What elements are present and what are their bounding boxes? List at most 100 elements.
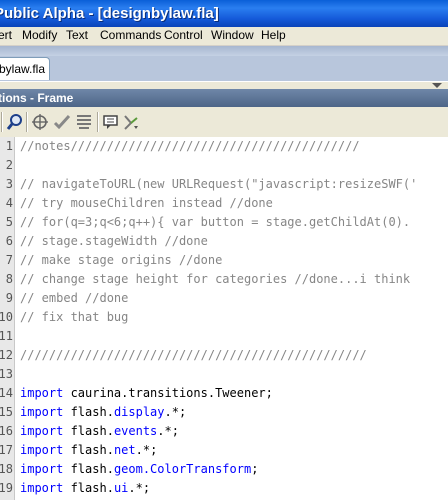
code-comment: // stage.stageWidth //done (20, 234, 208, 248)
panel-title: tions - Frame (0, 91, 74, 105)
code-text: import flash.display.*; (20, 403, 186, 422)
menu-control[interactable]: Control (164, 27, 203, 43)
code-line[interactable]: 11 (0, 327, 448, 346)
menu-text[interactable]: Text (66, 27, 88, 43)
menu-commands[interactable]: Commands (100, 27, 161, 43)
code-text: // for(q=3;q<6;q++){ var button = stage.… (20, 213, 410, 232)
code-comment: // make stage origins //done (20, 253, 223, 267)
package-name: net (113, 443, 136, 457)
line-number: 5 (5, 215, 13, 229)
line-number: 3 (5, 177, 13, 191)
window-titlebar[interactable]: Public Alpha - [designbylaw.fla] (0, 0, 448, 27)
code-text: // stage.stageWidth //done (20, 232, 208, 251)
check-syntax-icon[interactable] (53, 113, 71, 131)
package-name: display (113, 405, 165, 419)
statement-end: ; (265, 386, 273, 400)
line-number: 2 (5, 158, 13, 172)
code-line[interactable]: 6 // stage.stageWidth //done (0, 232, 448, 251)
code-line[interactable]: 8 // change stage height for categories /… (0, 270, 448, 289)
auto-format-icon[interactable] (75, 113, 93, 131)
code-line[interactable]: 13 (0, 365, 448, 384)
menu-window[interactable]: Window (211, 27, 254, 43)
code-line[interactable]: 16 import flash.events.*; (0, 422, 448, 441)
package-name: ui (113, 481, 129, 495)
statement-end: .*; (135, 443, 158, 457)
keyword-import: import (20, 481, 71, 495)
statement-end: .*; (164, 405, 187, 419)
package-name: events (113, 424, 158, 438)
code-text: import flash.ui.*; (20, 479, 150, 498)
code-comment: // navigateToURL(new URLRequest("javascr… (20, 177, 425, 191)
keyword-import: import (20, 386, 71, 400)
statement-end: .*; (128, 481, 151, 495)
line-number: 6 (5, 234, 13, 248)
line-number: 1 (5, 139, 13, 153)
code-comment: // change stage height for categories //… (20, 272, 411, 286)
code-line[interactable]: 9 // embed //done (0, 289, 448, 308)
code-line[interactable]: 4 // try mouseChildren instead //done (0, 194, 448, 213)
debug-options-icon[interactable] (122, 113, 140, 131)
statement-end: ; (251, 462, 259, 476)
code-text: // navigateToURL(new URLRequest("javascr… (20, 175, 425, 194)
code-line[interactable]: 3 // navigateToURL(new URLRequest("javasc… (0, 175, 448, 194)
code-line[interactable]: 10 // fix that bug (0, 308, 448, 327)
code-line[interactable]: 17 import flash.net.*; (0, 441, 448, 460)
line-number: 8 (5, 272, 13, 286)
document-tab-bar: bylaw.fla (0, 46, 448, 81)
code-comment: // fix that bug (20, 310, 129, 324)
menu-insert[interactable]: ert (0, 27, 12, 43)
code-comment: // embed //done (20, 291, 129, 305)
code-line[interactable]: 2 (0, 156, 448, 175)
package-name: geom.ColorTransform (113, 462, 252, 476)
code-line[interactable]: 7 // make stage origins //done (0, 251, 448, 270)
line-number: 15 (0, 405, 13, 419)
document-tab[interactable]: bylaw.fla (0, 57, 50, 80)
package-path: flash. (70, 405, 114, 419)
line-number: 14 (0, 386, 13, 400)
code-comment: // for(q=3;q<6;q++){ var button = stage.… (20, 215, 411, 229)
keyword-import: import (20, 405, 71, 419)
code-line[interactable]: 5 // for(q=3;q<6;q++){ var button = stage… (0, 213, 448, 232)
target-path-icon[interactable] (31, 113, 49, 131)
menu-help[interactable]: Help (261, 27, 286, 43)
line-number: 19 (0, 481, 13, 495)
keyword-import: import (20, 443, 71, 457)
code-comment: // try mouseChildren instead //done (20, 196, 273, 210)
package-path: flash. (70, 424, 114, 438)
code-text: import flash.geom.ColorTransform; (20, 460, 258, 479)
code-comment: ////////////////////////////////////////… (20, 348, 367, 362)
code-text: // change stage height for categories //… (20, 270, 410, 289)
menu-modify[interactable]: Modify (22, 27, 57, 43)
line-number: 13 (0, 367, 13, 381)
package-path: flash. (70, 443, 114, 457)
line-number: 4 (5, 196, 13, 210)
toolbar-separator (26, 112, 28, 132)
keyword-import: import (20, 424, 71, 438)
line-number: 17 (0, 443, 13, 457)
actions-panel-title-bar[interactable]: tions - Frame (0, 89, 448, 107)
code-text: import flash.events.*; (20, 422, 179, 441)
line-number: 12 (0, 348, 13, 362)
code-text: // fix that bug (20, 308, 128, 327)
code-text: ////////////////////////////////////////… (20, 346, 367, 365)
code-line[interactable]: 18 import flash.geom.ColorTransform; (0, 460, 448, 479)
find-icon[interactable] (6, 113, 24, 131)
line-number: 7 (5, 253, 13, 267)
code-text: // embed //done (20, 289, 128, 308)
show-code-hint-icon[interactable] (102, 113, 120, 131)
code-line[interactable]: 19 import flash.ui.*; (0, 479, 448, 498)
package-path: caurina.transitions.Tweener (70, 386, 266, 400)
line-number: 9 (5, 291, 13, 305)
code-text: import caurina.transitions.Tweener; (20, 384, 273, 403)
keyword-import: import (20, 462, 71, 476)
panel-options-icon[interactable] (432, 83, 442, 88)
code-line[interactable]: 14 import caurina.transitions.Tweener; (0, 384, 448, 403)
code-editor[interactable]: 1 //notes////////////////////////////////… (0, 137, 448, 500)
statement-end: .*; (157, 424, 179, 438)
code-line[interactable]: 12 //////////////////////////////////////… (0, 346, 448, 365)
code-line[interactable]: 15 import flash.display.*; (0, 403, 448, 422)
line-number: 11 (0, 329, 13, 343)
code-line[interactable]: 1 //notes////////////////////////////////… (0, 137, 448, 156)
code-text: // make stage origins //done (20, 251, 222, 270)
package-path: flash. (70, 462, 114, 476)
